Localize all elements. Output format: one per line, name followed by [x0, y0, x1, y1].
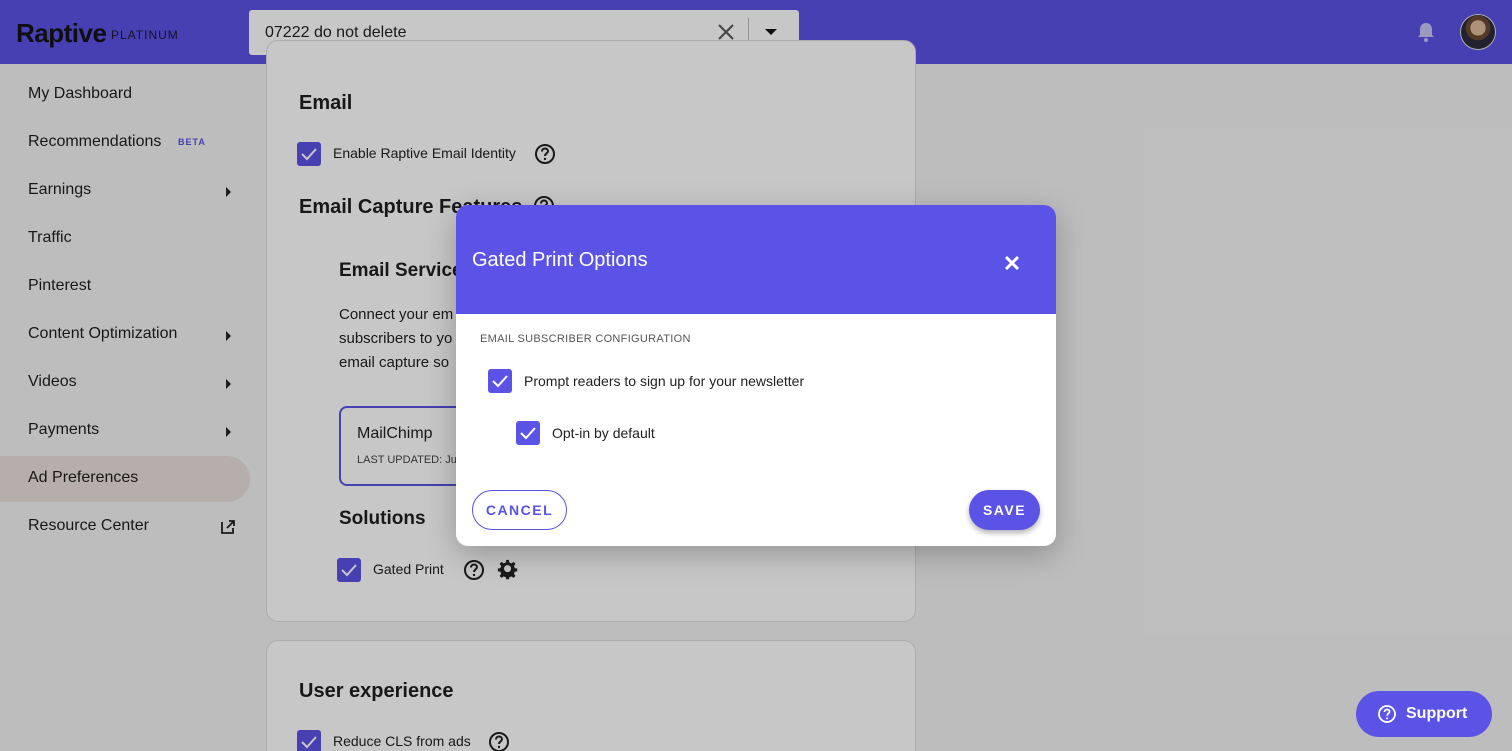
support-label: Support — [1406, 705, 1468, 722]
prompt-signup-checkbox[interactable] — [488, 369, 512, 393]
close-icon[interactable] — [1000, 251, 1024, 275]
gated-print-options-modal: Gated Print Options EMAIL SUBSCRIBER CON… — [456, 205, 1056, 546]
help-circle-icon — [1378, 705, 1396, 723]
save-button[interactable]: SAVE — [969, 490, 1040, 530]
opt-in-default-label: Opt-in by default — [552, 425, 655, 441]
support-button[interactable]: Support — [1356, 691, 1492, 737]
modal-header: Gated Print Options — [456, 205, 1056, 314]
cancel-button[interactable]: CANCEL — [472, 490, 567, 530]
modal-title: Gated Print Options — [472, 249, 648, 271]
prompt-signup-label: Prompt readers to sign up for your newsl… — [524, 373, 805, 389]
opt-in-default-checkbox[interactable] — [516, 421, 540, 445]
section-label: EMAIL SUBSCRIBER CONFIGURATION — [480, 333, 691, 345]
